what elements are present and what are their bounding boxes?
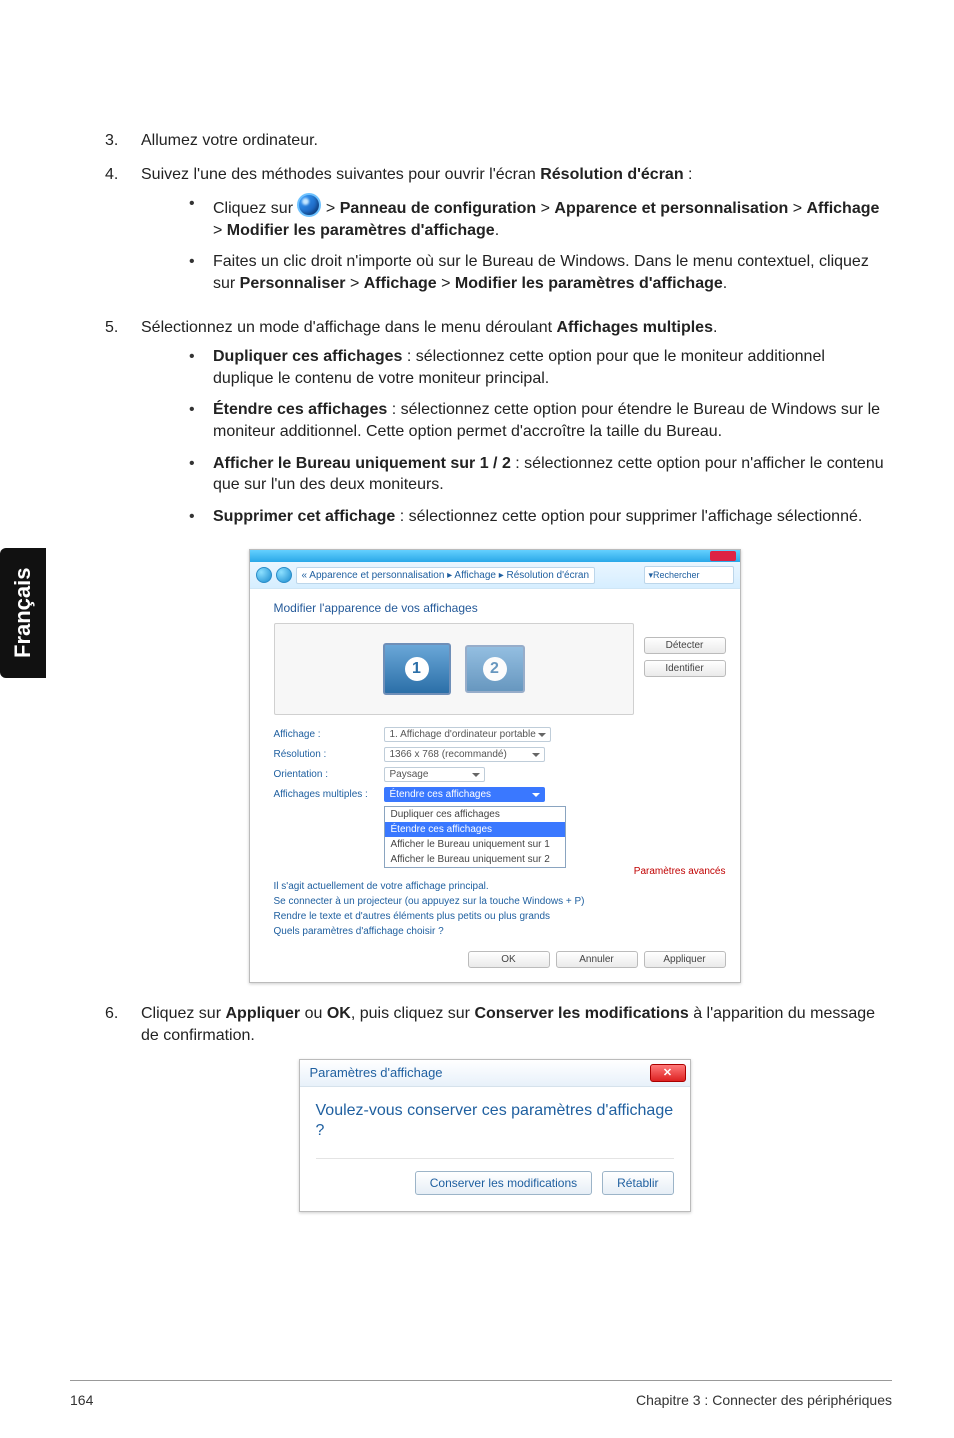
footer-divider bbox=[70, 1380, 892, 1382]
multiple-displays-dropdown[interactable]: Dupliquer ces affichages Étendre ces aff… bbox=[384, 806, 566, 868]
path-part: Affichage bbox=[364, 275, 437, 292]
help-link[interactable]: Quels paramètres d'affichage choisir ? bbox=[274, 926, 726, 937]
option-name: Afficher le Bureau uniquement sur 1 / 2 bbox=[213, 455, 511, 472]
step-text: Allumez votre ordinateur. bbox=[141, 130, 884, 152]
substep-text: . bbox=[495, 222, 499, 239]
close-icon[interactable] bbox=[710, 551, 736, 561]
chapter-title: Chapitre 3 : Connecter des périphériques bbox=[636, 1392, 892, 1408]
substep-text: > bbox=[321, 200, 339, 217]
substep-text: > bbox=[346, 275, 364, 292]
start-orb-icon bbox=[297, 193, 321, 217]
window-titlebar: Paramètres d'affichage ✕ bbox=[300, 1060, 690, 1087]
resolution-dialog: « Apparence et personnalisation ▸ Affich… bbox=[249, 549, 741, 983]
multiple-displays-select[interactable]: Étendre ces affichages bbox=[384, 787, 545, 802]
option-name: Dupliquer ces affichages bbox=[213, 348, 402, 365]
dropdown-option[interactable]: Afficher le Bureau uniquement sur 2 bbox=[385, 852, 565, 867]
dialog-heading: Modifier l'apparence de vos affichages bbox=[274, 601, 726, 615]
note-text: Il s'agit actuellement de votre affichag… bbox=[274, 881, 726, 892]
apply-button[interactable]: Appliquer bbox=[644, 951, 726, 968]
substep: Faites un clic droit n'importe où sur le… bbox=[177, 251, 884, 294]
step-3: 3. Allumez votre ordinateur. bbox=[105, 130, 884, 152]
substep: Supprimer cet affichage : sélectionnez c… bbox=[177, 506, 884, 528]
substep: Dupliquer ces affichages : sélectionnez … bbox=[177, 346, 884, 389]
step-number: 3. bbox=[105, 130, 141, 152]
substep: Afficher le Bureau uniquement sur 1 / 2 … bbox=[177, 453, 884, 496]
path-part: Panneau de configuration bbox=[340, 200, 536, 217]
substep-text: > bbox=[437, 275, 455, 292]
projector-link[interactable]: Se connecter à un projecteur (ou appuyez… bbox=[274, 896, 726, 907]
path-part: Apparence et personnalisation bbox=[554, 200, 788, 217]
step-text: Suivez l'une des méthodes suivantes pour… bbox=[141, 166, 540, 183]
option-name: Étendre ces affichages bbox=[213, 401, 387, 418]
search-input[interactable]: ▾ Rechercher bbox=[644, 566, 734, 584]
text-size-link[interactable]: Rendre le texte et d'autres éléments plu… bbox=[274, 911, 726, 922]
substep-text: Cliquez sur bbox=[213, 200, 297, 217]
path-part: Personnaliser bbox=[240, 275, 346, 292]
button-name: Appliquer bbox=[225, 1005, 300, 1022]
detect-button[interactable]: Détecter bbox=[644, 637, 726, 654]
step-text: , puis cliquez sur bbox=[351, 1005, 475, 1022]
dropdown-option[interactable]: Étendre ces affichages bbox=[385, 822, 565, 837]
dropdown-option[interactable]: Afficher le Bureau uniquement sur 1 bbox=[385, 837, 565, 852]
step-5: 5. Sélectionnez un mode d'affichage dans… bbox=[105, 317, 884, 538]
confirm-question: Voulez-vous conserver ces paramètres d'a… bbox=[316, 1101, 674, 1143]
step-number: 4. bbox=[105, 164, 141, 305]
advanced-settings-link[interactable]: Paramètres avancés bbox=[274, 866, 726, 877]
step-number: 6. bbox=[105, 1003, 141, 1046]
step-4: 4. Suivez l'une des méthodes suivantes p… bbox=[105, 164, 884, 305]
forward-icon[interactable] bbox=[276, 567, 292, 583]
monitor-preview[interactable]: 1 2 bbox=[274, 623, 634, 715]
substep-text: > bbox=[536, 200, 554, 217]
back-icon[interactable] bbox=[256, 567, 272, 583]
close-icon[interactable]: ✕ bbox=[650, 1064, 686, 1082]
field-label: Orientation : bbox=[274, 769, 384, 780]
address-bar: « Apparence et personnalisation ▸ Affich… bbox=[250, 562, 740, 589]
orientation-select[interactable]: Paysage bbox=[384, 767, 485, 782]
step-text: . bbox=[713, 319, 717, 336]
ok-button[interactable]: OK bbox=[468, 951, 550, 968]
language-tab: Français bbox=[0, 548, 46, 678]
substep: Cliquez sur > Panneau de configuration >… bbox=[177, 193, 884, 241]
field-label: Résolution : bbox=[274, 749, 384, 760]
revert-button[interactable]: Rétablir bbox=[602, 1171, 673, 1195]
breadcrumb[interactable]: « Apparence et personnalisation ▸ Affich… bbox=[296, 567, 596, 584]
button-name: OK bbox=[327, 1005, 351, 1022]
identify-button[interactable]: Identifier bbox=[644, 660, 726, 677]
resolution-select[interactable]: 1366 x 768 (recommandé) bbox=[384, 747, 545, 762]
display-select[interactable]: 1. Affichage d'ordinateur portable bbox=[384, 727, 551, 742]
monitor-2-icon[interactable]: 2 bbox=[465, 645, 525, 693]
confirm-dialog: Paramètres d'affichage ✕ Voulez-vous con… bbox=[299, 1059, 691, 1213]
cancel-button[interactable]: Annuler bbox=[556, 951, 638, 968]
option-desc: : sélectionnez cette option pour supprim… bbox=[395, 508, 862, 525]
substep: Étendre ces affichages : sélectionnez ce… bbox=[177, 399, 884, 442]
window-titlebar bbox=[250, 550, 740, 562]
field-label: Affichages multiples : bbox=[274, 789, 384, 800]
substep-text: > bbox=[788, 200, 806, 217]
step-text: Cliquez sur bbox=[141, 1005, 225, 1022]
step-text-bold: Résolution d'écran bbox=[540, 166, 683, 183]
substep-text: > bbox=[213, 222, 227, 239]
step-number: 5. bbox=[105, 317, 141, 538]
path-part: Modifier les paramètres d'affichage bbox=[227, 222, 495, 239]
step-6: 6. Cliquez sur Appliquer ou OK, puis cli… bbox=[105, 1003, 884, 1046]
field-label: Affichage : bbox=[274, 729, 384, 740]
dropdown-option[interactable]: Dupliquer ces affichages bbox=[385, 807, 565, 822]
path-part: Modifier les paramètres d'affichage bbox=[455, 275, 723, 292]
option-name: Supprimer cet affichage bbox=[213, 508, 395, 525]
monitor-1-icon[interactable]: 1 bbox=[383, 643, 451, 695]
button-name: Conserver les modifications bbox=[474, 1005, 688, 1022]
path-part: Affichage bbox=[807, 200, 880, 217]
step-text-bold: Affichages multiples bbox=[557, 319, 713, 336]
step-text: : bbox=[684, 166, 693, 183]
substep-text: . bbox=[723, 275, 727, 292]
step-text: ou bbox=[300, 1005, 327, 1022]
step-text: Sélectionnez un mode d'affichage dans le… bbox=[141, 319, 557, 336]
keep-changes-button[interactable]: Conserver les modifications bbox=[415, 1171, 592, 1195]
window-title: Paramètres d'affichage bbox=[310, 1065, 650, 1080]
page-number: 164 bbox=[70, 1392, 93, 1408]
